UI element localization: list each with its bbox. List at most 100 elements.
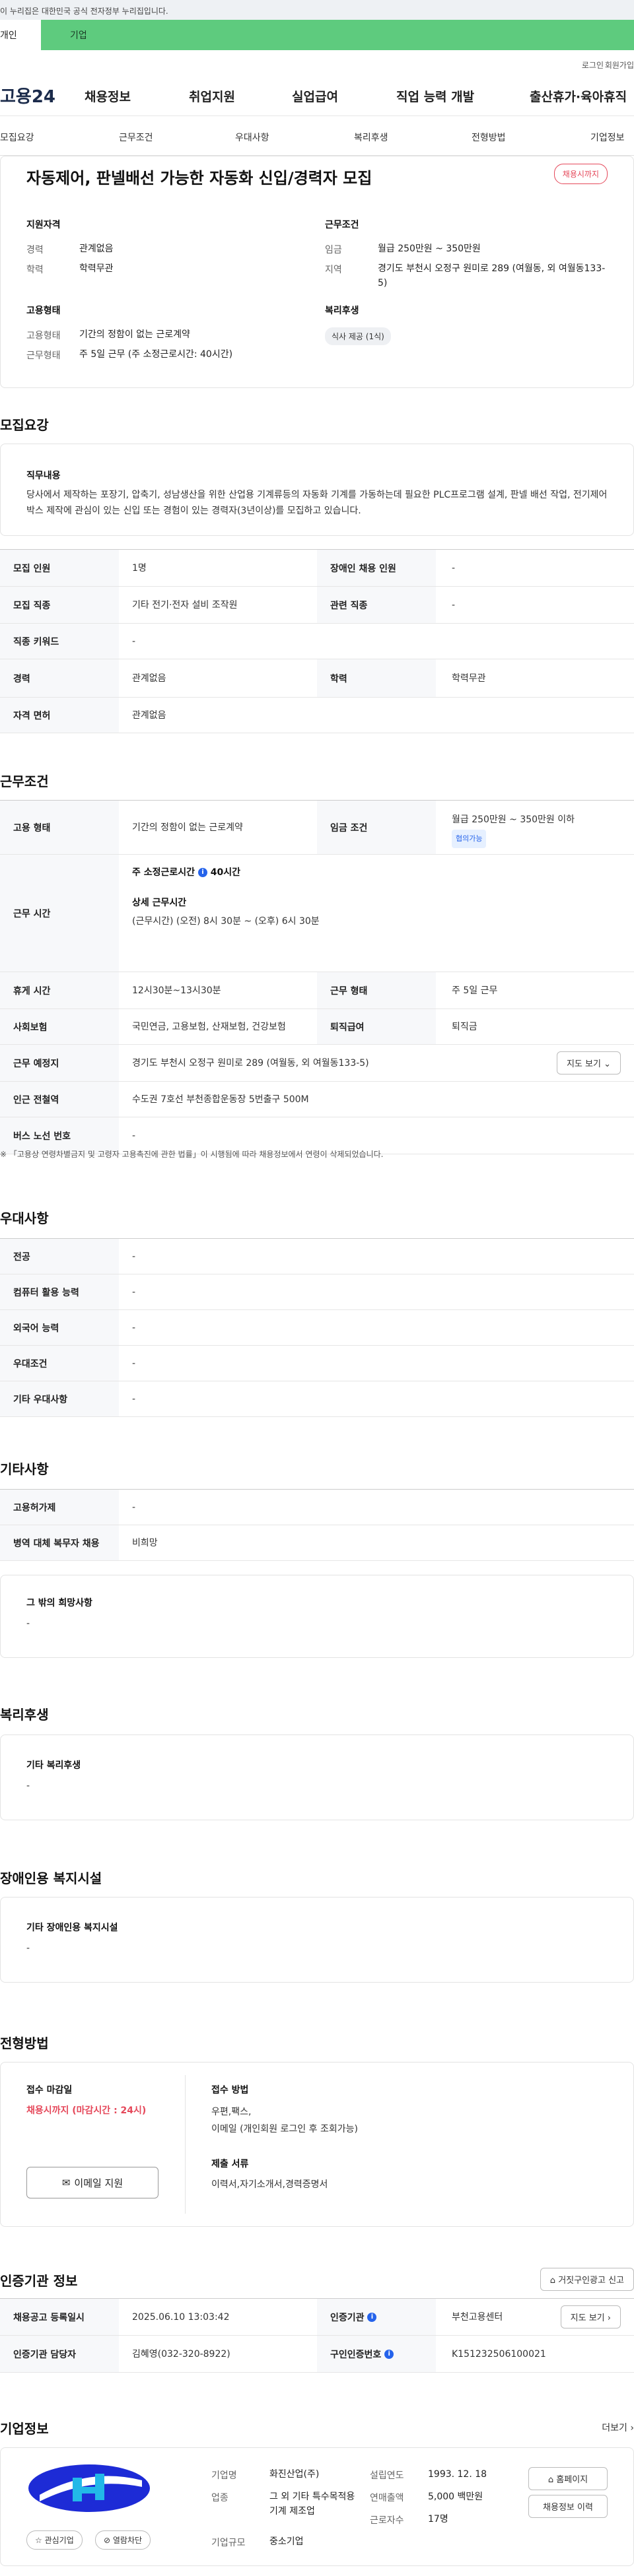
- company-more-label: 더보기: [602, 2423, 627, 2433]
- disability-box: [0, 1897, 634, 1983]
- subnav-recruit[interactable]: 모집요강: [0, 131, 34, 144]
- wage-label: 임금: [325, 245, 342, 255]
- recruit-section-title: 모집요강: [0, 417, 49, 433]
- favorite-company-label: 관심기업: [44, 2536, 74, 2545]
- gnb-item-unemployment-benefits[interactable]: 실업급여: [292, 87, 338, 105]
- method-heading: 접수 방법: [211, 2085, 249, 2096]
- cell-value: -: [132, 1131, 136, 1141]
- info-icon[interactable]: i: [197, 868, 207, 877]
- cell-value: -: [132, 1394, 136, 1404]
- cell-value: 수도권 7호선 부천종합운동장 5번출구 500M: [132, 1094, 309, 1105]
- gov-notice-text: 이 누리집은 대한민국 공식 전자정부 누리집입니다.: [0, 7, 168, 16]
- method-value-1: 우편,팩스,: [211, 2107, 252, 2117]
- table-row: 인증기관 담당자 김혜영(032-320-8922) 구인인증번호 i K151…: [0, 2336, 634, 2373]
- docs-value: 이력서,자기소개서,경력증명서: [211, 2179, 328, 2190]
- conditions-section-title: 근무조건: [0, 774, 49, 789]
- cell-value: 2025.06.10 13:03:42: [132, 2312, 230, 2323]
- company-year-value: 1993. 12. 18: [428, 2469, 487, 2480]
- cell-label: 전공: [0, 1239, 119, 1274]
- table-row: 모집 인원 1명 장애인 채용 인원 -: [0, 550, 634, 587]
- other-wishes-heading: 그 밖의 희망사항: [26, 1598, 92, 1608]
- cell-label: 모집 직종: [0, 587, 119, 623]
- gnb-item-employment-support[interactable]: 취업지원: [189, 87, 235, 105]
- info-icon[interactable]: i: [384, 2349, 394, 2359]
- company-name-value: 화진산업(주): [269, 2469, 320, 2480]
- cell-label: 자격 면허: [0, 698, 119, 733]
- subnav-conditions[interactable]: 근무조건: [119, 131, 153, 144]
- cell-label: 직종 키워드: [0, 624, 119, 659]
- welfare-other-heading: 기타 복리후생: [26, 1760, 81, 1771]
- tab-personal[interactable]: 개인: [0, 20, 41, 50]
- weekly-hours-value: 40시간: [210, 867, 241, 878]
- false-ad-report-button[interactable]: ⌂ 거짓구인광고 신고: [540, 2268, 634, 2291]
- cell-label: 채용공고 등록일시: [0, 2299, 119, 2335]
- email-apply-button[interactable]: ✉ 이메일 지원: [26, 2167, 158, 2198]
- cell-label: 컴퓨터 활용 능력: [0, 1274, 119, 1309]
- subnav-company[interactable]: 기업정보: [590, 131, 625, 144]
- company-year-label: 설립연도: [370, 2470, 404, 2481]
- join-link[interactable]: 회원가입: [605, 59, 634, 71]
- login-link[interactable]: 로그인: [582, 59, 604, 71]
- table-row: 사회보험 국민연금, 고용보험, 산재보험, 건강보험 퇴직급여 퇴직금: [0, 1009, 634, 1045]
- table-row: 컴퓨터 활용 능력 -: [0, 1274, 634, 1310]
- company-section-title: 기업정보: [0, 2421, 49, 2437]
- tab-company[interactable]: 기업: [41, 20, 634, 50]
- divider: [185, 2075, 186, 2214]
- subnav-preferences[interactable]: 우대사항: [235, 131, 269, 144]
- company-logo: [26, 2460, 152, 2516]
- cell-label: 근무 형태: [317, 972, 436, 1008]
- chevron-right-icon: ›: [630, 2423, 634, 2433]
- selection-section-title: 전형방법: [0, 2035, 49, 2051]
- company-more-link[interactable]: 더보기 ›: [602, 2421, 634, 2434]
- star-icon: ☆: [35, 2536, 42, 2545]
- cert-no-label: 구인인증번호 i: [317, 2336, 436, 2372]
- deadline-value: 채용시까지 (마감시간 : 24시): [26, 2105, 147, 2116]
- emp-heading: 고용형태: [26, 306, 61, 316]
- job-history-button[interactable]: 채용정보 이력: [528, 2495, 608, 2518]
- cell-label: 병역 대체 복무자 채용: [0, 1525, 119, 1560]
- table-row: 휴게 시간 12시30분~13시30분 근무 형태 주 5일 근무: [0, 972, 634, 1009]
- cell-value: 퇴직금: [452, 1022, 477, 1032]
- cell-value: 학력무관: [452, 673, 486, 684]
- info-icon[interactable]: i: [367, 2312, 377, 2322]
- table-row: 인근 전철역 수도권 7호선 부천종합운동장 5번출구 500M: [0, 1082, 634, 1117]
- table-row: 외국어 능력 -: [0, 1310, 634, 1346]
- gnb-item-maternity-leave[interactable]: 출산휴가·육아휴직: [530, 87, 627, 105]
- cert-org-label-text: 인증기관: [330, 2312, 365, 2323]
- cell-label: 임금 조건: [317, 801, 436, 854]
- favorite-company-button[interactable]: ☆ 관심기업: [26, 2530, 83, 2550]
- etc-section-title: 기타사항: [0, 1461, 49, 1477]
- cert-map-button[interactable]: 지도 보기 ›: [560, 2305, 621, 2328]
- subnav-selection[interactable]: 전형방법: [472, 131, 506, 144]
- cell-label: 인증기관 담당자: [0, 2336, 119, 2372]
- table-row: 근무 시간 주 소정근로시간 i 40시간 상세 근무시간 (근무시간) (오전…: [0, 855, 634, 972]
- company-scale-value: 중소기업: [269, 2536, 304, 2547]
- cell-value: -: [452, 600, 456, 611]
- cell-value: -: [452, 563, 456, 574]
- member-type-tabs: 개인 기업: [0, 20, 634, 50]
- block-view-button[interactable]: ⊘ 열람차단: [95, 2530, 151, 2550]
- job-history-label: 채용정보 이력: [543, 2503, 593, 2513]
- cell-label: 장애인 채용 인원: [317, 550, 436, 586]
- cell-label: 인근 전철역: [0, 1082, 119, 1117]
- cell-value: 기타 전기·전자 설비 조작원: [132, 600, 238, 611]
- cell-label: 기타 우대사항: [0, 1381, 119, 1416]
- cell-value: -: [132, 1287, 136, 1298]
- table-row: 전공 -: [0, 1239, 634, 1274]
- gnb-item-vocational-training[interactable]: 직업 능력 개발: [396, 87, 474, 105]
- welfare-section-title: 복리후생: [0, 1707, 49, 1723]
- subnav-welfare[interactable]: 복리후생: [354, 131, 388, 144]
- homepage-button[interactable]: ⌂ 홈페이지: [528, 2467, 608, 2490]
- region-value: 경기도 부천시 오정구 원미로 289 (여월동, 외 여월동133-5): [378, 263, 606, 288]
- cell-label: 학력: [317, 659, 436, 697]
- qual-heading: 지원자격: [26, 220, 61, 230]
- cell-label: 근무 예정지: [0, 1045, 119, 1081]
- map-button[interactable]: 지도 보기 ⌄: [556, 1051, 621, 1074]
- deadline-heading: 접수 마감일: [26, 2085, 73, 2096]
- company-sales-value: 5,000 백만원: [428, 2492, 483, 2502]
- welfare-tag: 식사 제공 (1식): [325, 327, 391, 345]
- welfare-heading: 복리후생: [325, 306, 359, 316]
- site-logo[interactable]: 고용24: [0, 83, 55, 108]
- cell-value: -: [132, 1502, 136, 1513]
- gnb-item-jobs[interactable]: 채용정보: [85, 87, 131, 105]
